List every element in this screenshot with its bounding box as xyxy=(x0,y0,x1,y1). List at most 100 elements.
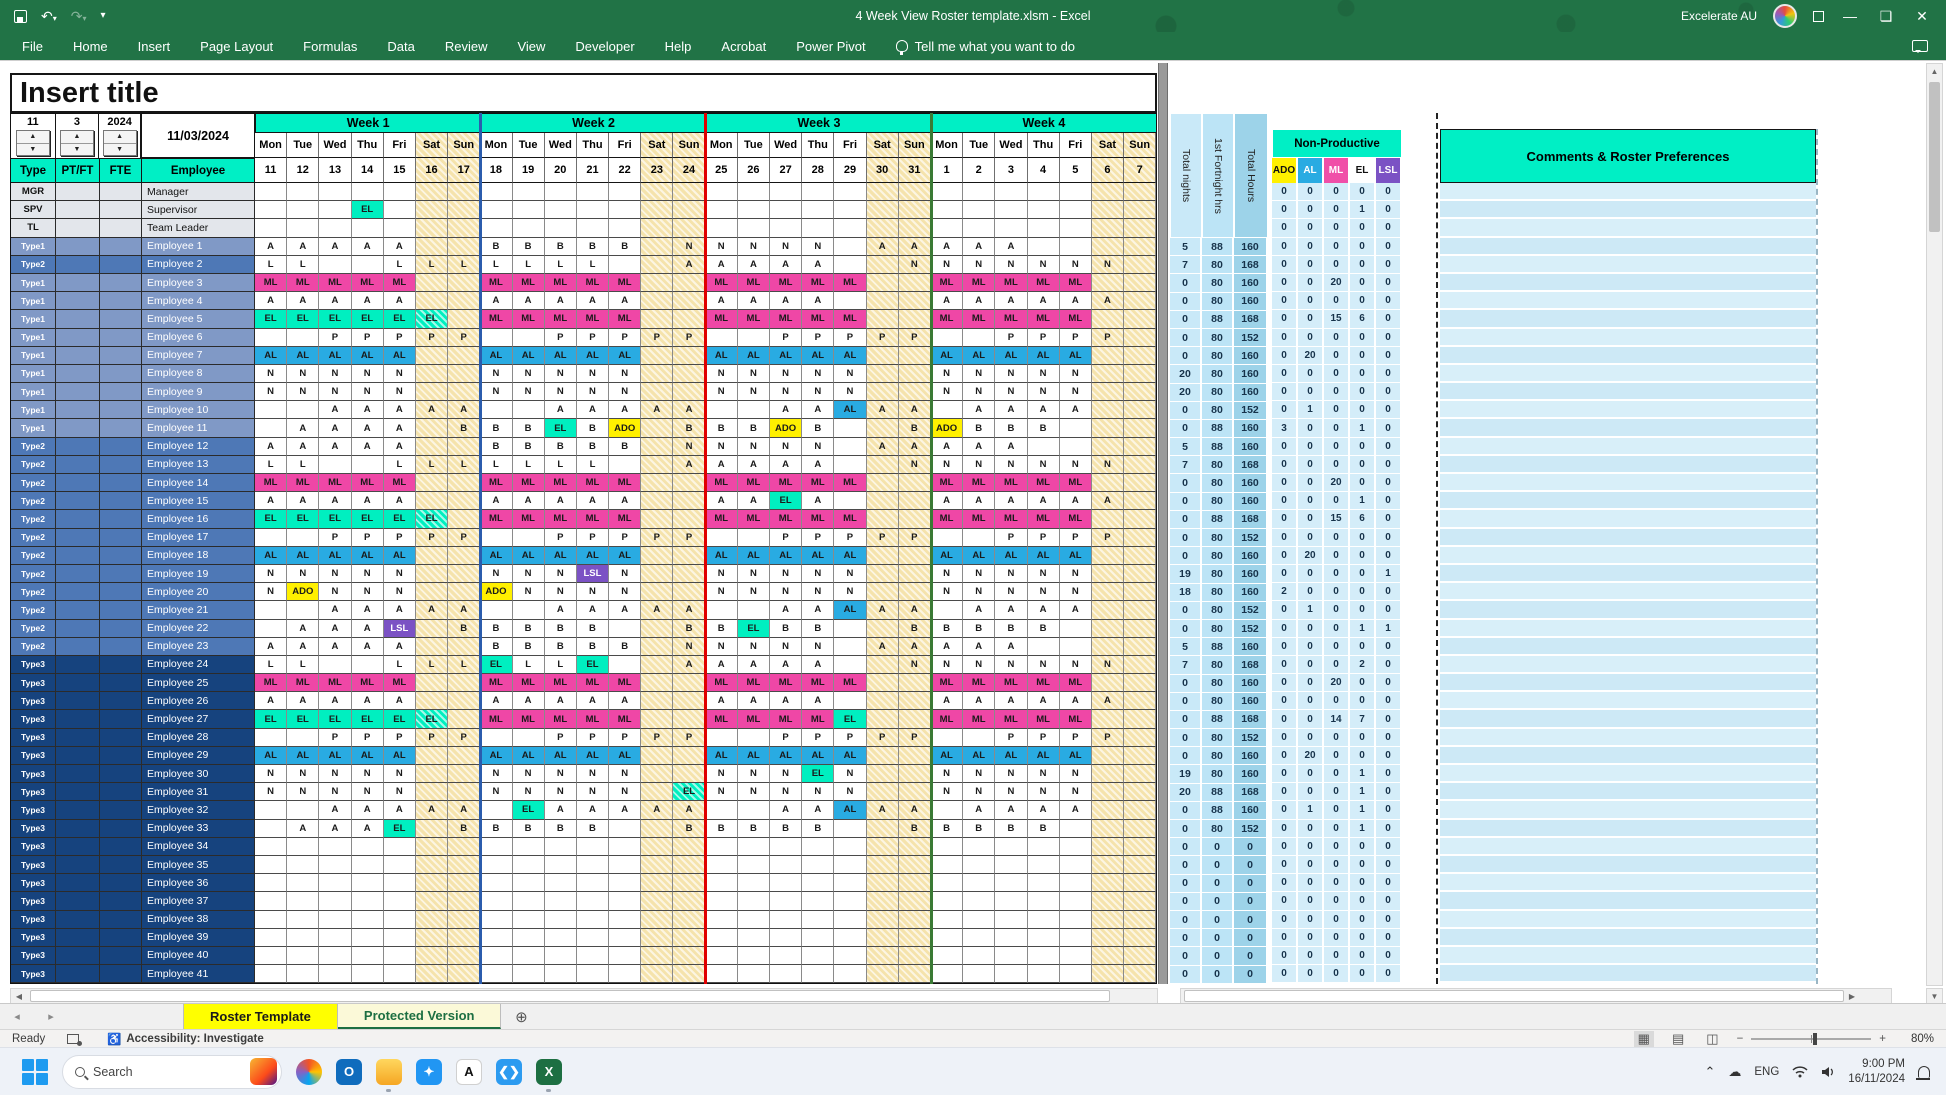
fte-cell[interactable] xyxy=(99,729,141,747)
roster-cell[interactable] xyxy=(448,674,480,692)
roster-cell[interactable]: ML xyxy=(513,510,545,528)
roster-cell[interactable]: N xyxy=(384,365,416,383)
roster-cell[interactable]: ML xyxy=(577,474,609,492)
roster-cell[interactable] xyxy=(416,274,448,292)
roster-cell[interactable] xyxy=(706,401,738,419)
roster-cell[interactable]: AL xyxy=(834,547,866,565)
roster-cell[interactable]: A xyxy=(899,601,931,619)
roster-cell[interactable]: ML xyxy=(770,274,802,292)
roster-cell[interactable] xyxy=(545,874,577,892)
employee-name-cell[interactable]: Employee 32 xyxy=(141,801,255,819)
roster-cell[interactable] xyxy=(738,729,770,747)
roster-cell[interactable]: ML xyxy=(995,274,1027,292)
roster-cell[interactable] xyxy=(1124,419,1156,437)
roster-cell[interactable]: P xyxy=(448,529,480,547)
horizontal-scrollbar-right[interactable]: ▶ xyxy=(1180,988,1892,1004)
roster-cell[interactable] xyxy=(770,856,802,874)
roster-cell[interactable] xyxy=(480,965,512,983)
roster-cell[interactable] xyxy=(867,474,899,492)
roster-cell[interactable]: N xyxy=(770,565,802,583)
roster-cell[interactable]: ML xyxy=(1028,474,1060,492)
ptft-cell[interactable] xyxy=(55,256,99,274)
roster-cell[interactable] xyxy=(480,401,512,419)
roster-cell[interactable]: N xyxy=(995,383,1027,401)
roster-cell[interactable]: A xyxy=(448,801,480,819)
roster-cell[interactable]: ML xyxy=(1028,674,1060,692)
roster-cell[interactable] xyxy=(738,601,770,619)
ptft-cell[interactable] xyxy=(55,292,99,310)
roster-cell[interactable]: A xyxy=(609,801,641,819)
roster-cell[interactable]: A xyxy=(963,801,995,819)
start-button[interactable] xyxy=(22,1059,48,1085)
type-cell[interactable]: Type3 xyxy=(10,874,55,892)
roster-cell[interactable]: A xyxy=(770,692,802,710)
roster-cell[interactable]: EL xyxy=(319,710,351,728)
roster-cell[interactable] xyxy=(867,347,899,365)
roster-cell[interactable] xyxy=(287,965,319,983)
roster-cell[interactable]: N xyxy=(673,238,705,256)
roster-cell[interactable] xyxy=(641,383,673,401)
roster-cell[interactable]: ML xyxy=(706,510,738,528)
roster-title-cell[interactable]: Insert title xyxy=(10,73,1157,113)
roster-cell[interactable] xyxy=(352,874,384,892)
roster-cell[interactable]: B xyxy=(673,419,705,437)
roster-cell[interactable]: A xyxy=(673,256,705,274)
type-cell[interactable]: Type3 xyxy=(10,892,55,910)
roster-cell[interactable]: N xyxy=(1028,656,1060,674)
roster-cell[interactable] xyxy=(384,183,416,201)
roster-cell[interactable] xyxy=(352,456,384,474)
roster-cell[interactable] xyxy=(673,965,705,983)
roster-cell[interactable] xyxy=(577,947,609,965)
roster-cell[interactable]: ML xyxy=(963,674,995,692)
comment-cell[interactable] xyxy=(1440,547,1816,565)
roster-cell[interactable] xyxy=(641,620,673,638)
roster-cell[interactable] xyxy=(416,856,448,874)
roster-cell[interactable]: AL xyxy=(1028,747,1060,765)
roster-cell[interactable]: B xyxy=(1028,419,1060,437)
roster-cell[interactable]: P xyxy=(609,529,641,547)
roster-cell[interactable] xyxy=(867,219,899,237)
roster-cell[interactable] xyxy=(1092,547,1124,565)
roster-cell[interactable] xyxy=(609,256,641,274)
roster-cell[interactable] xyxy=(1060,419,1092,437)
roster-cell[interactable] xyxy=(1092,474,1124,492)
roster-cell[interactable] xyxy=(1124,601,1156,619)
roster-cell[interactable] xyxy=(255,601,287,619)
ptft-cell[interactable] xyxy=(55,929,99,947)
employee-name-cell[interactable]: Employee 33 xyxy=(141,820,255,838)
roster-cell[interactable] xyxy=(577,183,609,201)
roster-cell[interactable] xyxy=(738,929,770,947)
roster-cell[interactable]: A xyxy=(802,492,834,510)
roster-cell[interactable] xyxy=(770,929,802,947)
roster-cell[interactable] xyxy=(319,947,351,965)
roster-cell[interactable]: ML xyxy=(513,710,545,728)
roster-cell[interactable]: N xyxy=(513,383,545,401)
roster-cell[interactable] xyxy=(448,965,480,983)
roster-cell[interactable]: B xyxy=(513,620,545,638)
roster-cell[interactable]: LSL xyxy=(384,620,416,638)
roster-cell[interactable]: L xyxy=(384,256,416,274)
roster-cell[interactable] xyxy=(448,219,480,237)
comment-cell[interactable] xyxy=(1440,456,1816,474)
roster-cell[interactable] xyxy=(834,856,866,874)
roster-cell[interactable]: N xyxy=(770,365,802,383)
roster-cell[interactable]: A xyxy=(641,801,673,819)
roster-cell[interactable] xyxy=(352,929,384,947)
roster-cell[interactable] xyxy=(867,965,899,983)
roster-cell[interactable]: A xyxy=(319,401,351,419)
tray-chevron-icon[interactable]: ⌃ xyxy=(1704,1064,1715,1080)
normal-view-icon[interactable]: ▦ xyxy=(1634,1031,1654,1047)
ptft-cell[interactable] xyxy=(55,838,99,856)
roster-cell[interactable]: AL xyxy=(480,747,512,765)
roster-cell[interactable] xyxy=(1060,838,1092,856)
roster-cell[interactable] xyxy=(867,292,899,310)
roster-cell[interactable]: B xyxy=(770,620,802,638)
roster-cell[interactable] xyxy=(480,892,512,910)
comment-cell[interactable] xyxy=(1440,911,1816,929)
roster-cell[interactable]: A xyxy=(480,492,512,510)
roster-cell[interactable]: A xyxy=(995,238,1027,256)
roster-cell[interactable]: ML xyxy=(513,274,545,292)
roster-cell[interactable]: B xyxy=(513,438,545,456)
type-cell[interactable]: Type1 xyxy=(10,383,55,401)
roster-cell[interactable]: ML xyxy=(352,274,384,292)
